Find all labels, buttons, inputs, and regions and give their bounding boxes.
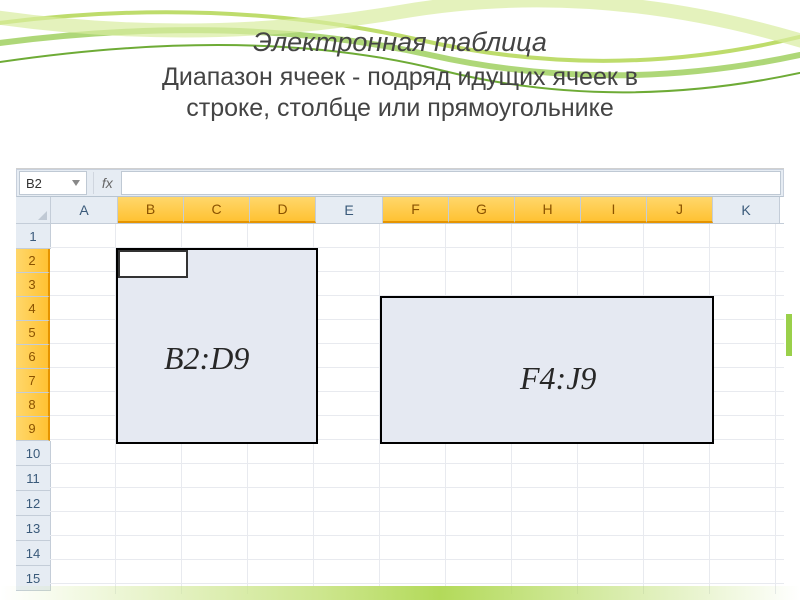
row-header-14[interactable]: 14: [16, 541, 51, 566]
cells-area[interactable]: B2:D9 F4:J9: [50, 224, 784, 594]
row-header-11[interactable]: 11: [16, 466, 51, 491]
column-header-I[interactable]: I: [581, 197, 647, 223]
column-header-K[interactable]: K: [713, 197, 780, 223]
row-header-10[interactable]: 10: [16, 441, 51, 466]
row-header-5[interactable]: 5: [16, 321, 50, 345]
active-cell[interactable]: [118, 250, 188, 278]
range-label-b: F4:J9: [520, 360, 596, 397]
footer-wave: [0, 586, 800, 600]
range-label-a: B2:D9: [164, 340, 249, 377]
row-header-2[interactable]: 2: [16, 249, 50, 273]
column-header-C[interactable]: C: [184, 197, 250, 223]
dropdown-icon[interactable]: [72, 180, 80, 186]
slide-heading: Электронная таблица Диапазон ячеек - под…: [0, 26, 800, 124]
column-header-F[interactable]: F: [383, 197, 449, 223]
formula-input[interactable]: [121, 171, 781, 195]
row-header-9[interactable]: 9: [16, 417, 50, 441]
separator: [93, 172, 94, 194]
column-header-D[interactable]: D: [250, 197, 316, 223]
column-header-E[interactable]: E: [316, 197, 383, 223]
column-headers: ABCDEFGHIJK: [16, 197, 784, 224]
row-header-8[interactable]: 8: [16, 393, 50, 417]
row-header-4[interactable]: 4: [16, 297, 50, 321]
column-header-H[interactable]: H: [515, 197, 581, 223]
spreadsheet-area: B2 fx ABCDEFGHIJK 123456789101112131415 …: [16, 168, 784, 594]
formula-bar: B2 fx: [16, 169, 784, 197]
page-subtitle-line-2: строке, столбце или прямоугольнике: [0, 93, 800, 124]
column-header-J[interactable]: J: [647, 197, 713, 223]
row-header-3[interactable]: 3: [16, 273, 50, 297]
row-header-12[interactable]: 12: [16, 491, 51, 516]
cell-grid[interactable]: 123456789101112131415 B2:D9 F4:J9: [16, 224, 784, 594]
row-header-6[interactable]: 6: [16, 345, 50, 369]
column-header-G[interactable]: G: [449, 197, 515, 223]
select-all-corner[interactable]: [16, 197, 51, 223]
right-marker: [786, 314, 792, 356]
row-headers: 123456789101112131415: [16, 224, 51, 591]
fx-icon[interactable]: fx: [102, 175, 113, 191]
column-header-A[interactable]: A: [51, 197, 118, 223]
page-subtitle-line-1: Диапазон ячеек - подряд идущих ячеек в: [0, 62, 800, 93]
row-header-7[interactable]: 7: [16, 369, 50, 393]
page-title: Электронная таблица: [0, 26, 800, 60]
row-header-13[interactable]: 13: [16, 516, 51, 541]
name-box[interactable]: B2: [19, 171, 87, 195]
column-header-B[interactable]: B: [118, 197, 184, 223]
row-header-1[interactable]: 1: [16, 224, 51, 249]
name-box-value: B2: [26, 176, 42, 191]
